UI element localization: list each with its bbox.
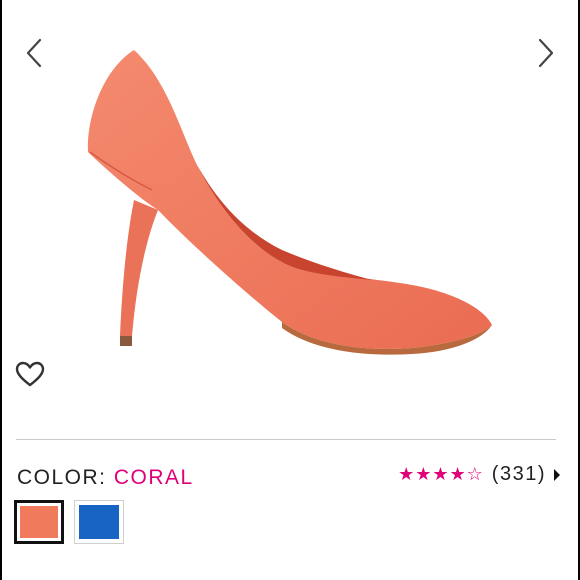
chevron-left-icon[interactable] — [22, 36, 46, 70]
star-filled-icon: ★ — [398, 463, 415, 485]
product-image — [87, 50, 492, 355]
color-label: COLOR: — [17, 466, 107, 489]
swatch-coral[interactable] — [14, 500, 64, 544]
swatch-blue[interactable] — [74, 500, 124, 544]
review-count: (331) — [491, 463, 546, 485]
star-filled-icon: ★ — [415, 463, 432, 485]
divider — [16, 439, 556, 440]
star-rating: ★ ★ ★ ★ ☆ — [398, 463, 484, 485]
color-value: CORAL — [113, 466, 194, 489]
caret-right-icon — [554, 468, 560, 481]
swatch-chip — [79, 505, 119, 539]
swatch-chip — [20, 506, 58, 538]
star-filled-icon: ★ — [432, 463, 449, 485]
color-swatches — [14, 500, 124, 544]
chevron-right-icon[interactable] — [534, 36, 558, 70]
rating-summary[interactable]: ★ ★ ★ ★ ☆ (331) — [398, 463, 560, 486]
star-empty-icon: ☆ — [466, 463, 483, 485]
color-selection-label: COLOR: CORAL — [17, 466, 194, 490]
product-detail-screen: COLOR: CORAL ★ ★ ★ ★ ☆ (331) — [0, 0, 580, 580]
heart-icon[interactable] — [14, 360, 46, 388]
star-filled-icon: ★ — [449, 463, 466, 485]
